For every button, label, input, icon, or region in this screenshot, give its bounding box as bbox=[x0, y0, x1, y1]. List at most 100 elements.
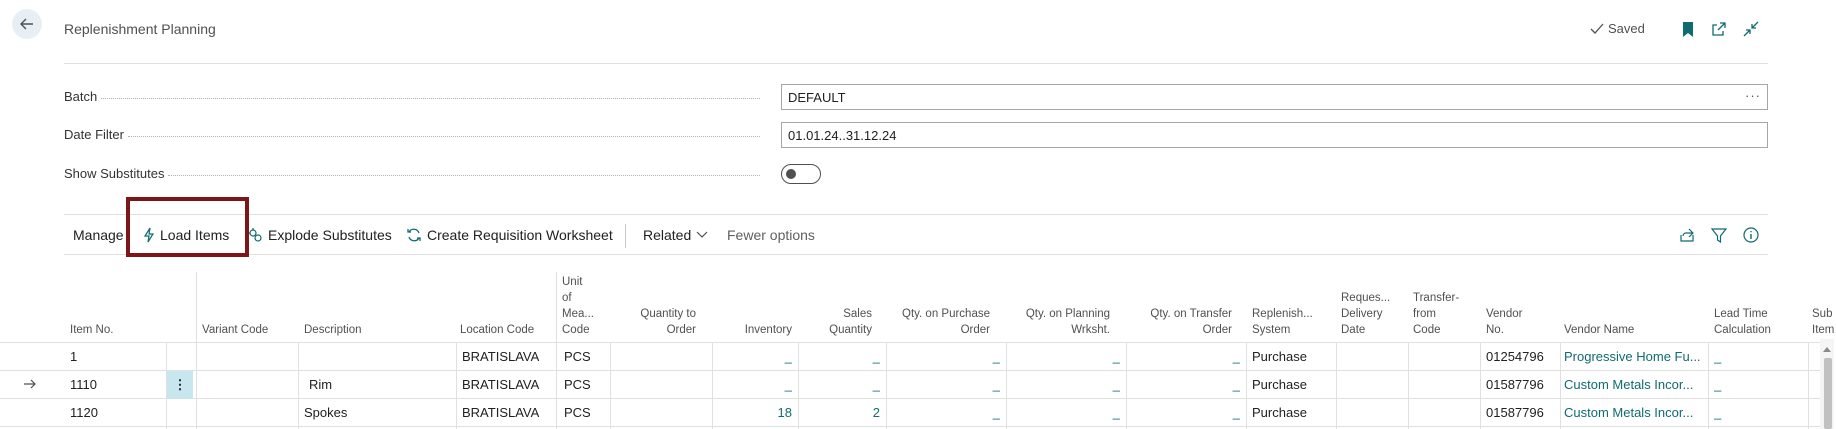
collapse-icon[interactable] bbox=[1742, 20, 1760, 38]
info-icon[interactable] bbox=[1742, 226, 1760, 244]
col-lead-time[interactable]: Lead Time Calculation bbox=[1714, 272, 1794, 338]
cell-vendor-no[interactable]: 01254796 bbox=[1486, 343, 1558, 371]
batch-field[interactable]: DEFAULT ··· bbox=[781, 84, 1768, 110]
col-qty-transfer[interactable]: Qty. on Transfer Order bbox=[1130, 272, 1232, 338]
grid-col-border bbox=[798, 342, 799, 429]
cell-location[interactable]: BRATISLAVA bbox=[462, 343, 554, 371]
col-sales-qty[interactable]: Sales Quantity bbox=[800, 272, 872, 338]
col-vendor-no[interactable]: Vendor No. bbox=[1486, 272, 1556, 338]
cell-inventory[interactable]: _ bbox=[716, 343, 792, 371]
cell-qty-transfer[interactable]: _ bbox=[1130, 343, 1240, 371]
grid-col-border bbox=[1408, 342, 1409, 429]
cell-uom[interactable]: PCS bbox=[564, 343, 608, 371]
cell-vendor-name[interactable]: Custom Metals Incor... bbox=[1564, 399, 1706, 427]
scrollbar-thumb[interactable] bbox=[1824, 358, 1832, 429]
cell-location[interactable]: BRATISLAVA bbox=[462, 371, 554, 399]
cell-description[interactable] bbox=[304, 343, 454, 371]
grid-col-border bbox=[712, 342, 713, 429]
explode-substitutes-button[interactable]: Explode Substitutes bbox=[247, 227, 392, 243]
refresh-cycle-icon bbox=[407, 228, 421, 242]
col-vendor-no-label-2: No. bbox=[1486, 324, 1504, 336]
col-vendor-name[interactable]: Vendor Name bbox=[1564, 272, 1704, 338]
open-in-new-window-icon[interactable] bbox=[1710, 20, 1728, 38]
cell-qty-to-order[interactable] bbox=[614, 343, 706, 371]
cell-vendor-no[interactable]: 01587796 bbox=[1486, 399, 1558, 427]
cell-qty-planning[interactable]: _ bbox=[1010, 371, 1120, 399]
cell-qty-purchase[interactable]: _ bbox=[890, 371, 1000, 399]
cell-item-no[interactable]: 1110 bbox=[70, 371, 160, 399]
date-filter-field-label: Date Filter bbox=[64, 127, 764, 142]
bookmark-icon[interactable] bbox=[1679, 20, 1697, 38]
col-qty-purchase[interactable]: Qty. on Purchase Order bbox=[888, 272, 990, 338]
col-variant-code-label: Variant Code bbox=[202, 324, 269, 336]
cell-qty-purchase[interactable]: _ bbox=[890, 399, 1000, 427]
fewer-options-label: Fewer options bbox=[727, 227, 815, 243]
filter-icon[interactable] bbox=[1710, 226, 1728, 244]
cell-qty-to-order[interactable] bbox=[614, 399, 706, 427]
col-transfer-from-code[interactable]: Transfer-from Code bbox=[1413, 272, 1477, 338]
grid-col-border bbox=[196, 272, 197, 429]
cell-item-no[interactable]: 1 bbox=[70, 343, 160, 371]
col-inventory[interactable]: Inventory bbox=[712, 272, 792, 338]
cell-vendor-no[interactable]: 01587796 bbox=[1486, 371, 1558, 399]
cell-uom[interactable]: PCS bbox=[564, 399, 608, 427]
cell-qty-to-order[interactable] bbox=[614, 371, 706, 399]
related-menu[interactable]: Related bbox=[643, 227, 708, 243]
cell-qty-planning[interactable]: _ bbox=[1010, 343, 1120, 371]
batch-lookup-button[interactable]: ··· bbox=[1745, 88, 1761, 103]
cell-qty-transfer[interactable]: _ bbox=[1130, 399, 1240, 427]
row-actions-button[interactable]: ⋮ bbox=[167, 371, 193, 399]
col-location-code-label: Location Code bbox=[460, 324, 535, 336]
col-sales-qty-label-2: Quantity bbox=[829, 324, 872, 336]
cell-replenishment[interactable]: Purchase bbox=[1252, 371, 1334, 399]
cell-qty-planning[interactable]: _ bbox=[1010, 399, 1120, 427]
col-description[interactable]: Description bbox=[304, 272, 454, 338]
grid-col-border bbox=[886, 342, 887, 429]
cell-item-no[interactable]: 1120 bbox=[70, 399, 160, 427]
col-transfer-from-label-2: from bbox=[1413, 308, 1436, 320]
scroll-up-icon[interactable] bbox=[1823, 346, 1831, 352]
col-substitute-item[interactable]: Sub Item bbox=[1812, 272, 1836, 338]
col-variant-code[interactable]: Variant Code bbox=[202, 272, 292, 338]
col-uom[interactable]: Unit of Mea... Code bbox=[562, 272, 618, 338]
col-item-no[interactable]: Item No. bbox=[70, 272, 170, 338]
cell-vendor-name[interactable]: Custom Metals Incor... bbox=[1564, 371, 1706, 399]
create-requisition-worksheet-label: Create Requisition Worksheet bbox=[427, 227, 613, 243]
manage-label: Manage bbox=[73, 227, 124, 243]
cell-sales-qty[interactable]: 2 bbox=[802, 399, 880, 427]
cell-description[interactable]: Spokes bbox=[304, 399, 454, 427]
cell-replenishment[interactable]: Purchase bbox=[1252, 399, 1334, 427]
cell-qty-purchase[interactable]: _ bbox=[890, 343, 1000, 371]
date-filter-field[interactable]: 01.01.24..31.12.24 bbox=[781, 122, 1768, 148]
cell-vendor-name[interactable]: Progressive Home Fu... bbox=[1564, 343, 1706, 371]
cell-sales-qty[interactable]: _ bbox=[802, 343, 880, 371]
cell-location[interactable]: BRATISLAVA bbox=[462, 399, 554, 427]
show-substitutes-toggle[interactable] bbox=[781, 164, 821, 184]
cell-lead-time[interactable]: _ bbox=[1714, 371, 1804, 399]
col-lead-time-label-2: Calculation bbox=[1714, 324, 1771, 336]
col-qty-transfer-label-2: Order bbox=[1202, 324, 1232, 336]
grid-col-border bbox=[1246, 342, 1247, 429]
back-button[interactable] bbox=[12, 9, 42, 39]
cell-lead-time[interactable]: _ bbox=[1714, 399, 1804, 427]
col-qty-to-order[interactable]: Quantity to Order bbox=[620, 272, 696, 338]
cell-uom[interactable]: PCS bbox=[564, 371, 608, 399]
cell-sales-qty[interactable]: _ bbox=[802, 371, 880, 399]
fewer-options-button[interactable]: Fewer options bbox=[727, 227, 815, 243]
cell-qty-transfer[interactable]: _ bbox=[1130, 371, 1240, 399]
col-requested-delivery-date[interactable]: Reques... Delivery Date bbox=[1341, 272, 1401, 338]
manage-menu[interactable]: Manage bbox=[73, 227, 124, 243]
cell-inventory[interactable]: _ bbox=[716, 371, 792, 399]
cell-lead-time[interactable]: _ bbox=[1714, 343, 1804, 371]
cell-inventory[interactable]: 18 bbox=[716, 399, 792, 427]
col-location-code[interactable]: Location Code bbox=[460, 272, 556, 338]
col-replenishment-system[interactable]: Replenish... System bbox=[1252, 272, 1328, 338]
create-requisition-worksheet-button[interactable]: Create Requisition Worksheet bbox=[406, 227, 613, 243]
cell-replenishment[interactable]: Purchase bbox=[1252, 343, 1334, 371]
checkmark-icon bbox=[1590, 23, 1604, 34]
cell-description[interactable]: Rim bbox=[309, 371, 454, 399]
share-icon[interactable] bbox=[1678, 226, 1696, 244]
grid-col-border bbox=[1480, 342, 1481, 429]
col-qty-planning[interactable]: Qty. on Planning Wrksht. bbox=[1010, 272, 1110, 338]
col-qty-to-order-label-2: Order bbox=[666, 324, 696, 336]
